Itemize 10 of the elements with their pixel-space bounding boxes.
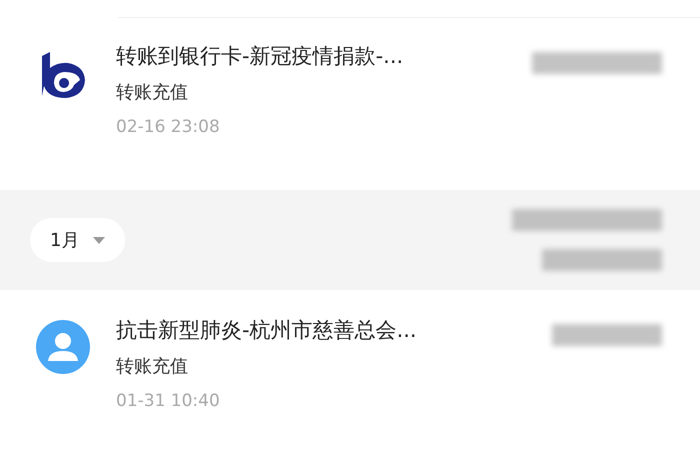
transaction-time: 02-16 23:08 xyxy=(116,116,221,139)
bank-logo-icon xyxy=(40,52,86,100)
transaction-title: 抗击新型肺炎-杭州市慈善总会... xyxy=(116,317,418,344)
transaction-category: 转账充值 xyxy=(116,355,189,379)
transaction-time: 01-31 10:40 xyxy=(116,390,221,413)
month-selector[interactable]: 1月 xyxy=(30,218,126,262)
transaction-title: 转账到银行卡-新冠疫情捐款-... xyxy=(116,43,404,70)
caret-icon xyxy=(93,236,106,244)
avatar-icon xyxy=(36,320,90,374)
transaction-category: 转账充值 xyxy=(116,81,189,105)
